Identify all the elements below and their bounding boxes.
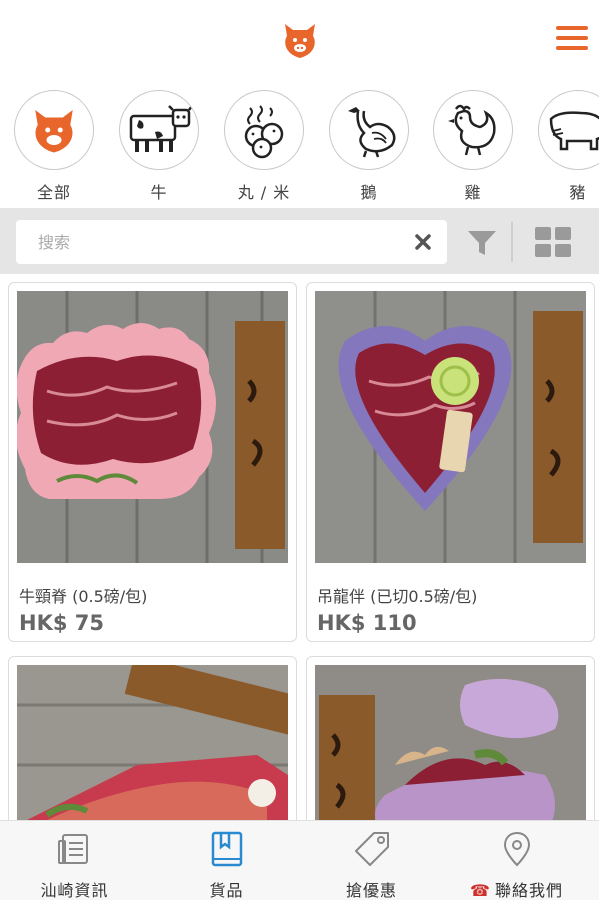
tag-icon xyxy=(354,832,389,866)
category-goose[interactable]: 鵝 xyxy=(327,90,411,202)
product-price: HK$ 75 xyxy=(19,611,104,635)
nav-label: 聯絡我們 xyxy=(494,881,563,900)
product-image xyxy=(17,291,288,563)
news-icon xyxy=(57,834,88,864)
category-label: 鵝 xyxy=(360,183,378,202)
nav-item-contact[interactable]: ☎ 聯絡我們 xyxy=(442,821,591,900)
cow-icon xyxy=(129,105,193,152)
hamburger-menu-icon[interactable] xyxy=(556,26,588,54)
product-card[interactable] xyxy=(306,656,595,820)
category-label: 全部 xyxy=(36,183,71,202)
pig-icon xyxy=(549,111,599,151)
goose-icon xyxy=(348,107,396,158)
nav-label: 汕崎資訊 xyxy=(40,881,109,900)
book-icon xyxy=(211,831,242,867)
category-chicken[interactable]: 雞 xyxy=(431,90,515,202)
category-label: 丸 / 米 xyxy=(237,183,291,202)
product-card[interactable]: 牛頸脊 (0.5磅/包) HK$ 75 xyxy=(8,282,297,642)
category-pork[interactable]: 豬 xyxy=(536,90,599,202)
product-name: 吊龍伴 (已切0.5磅/包) xyxy=(317,587,478,606)
category-all[interactable]: 全部 xyxy=(12,90,96,202)
phone-icon: ☎ xyxy=(470,881,491,900)
grid-view-icon[interactable] xyxy=(534,226,572,258)
category-label: 雞 xyxy=(464,183,482,202)
nav-label: 貨品 xyxy=(209,881,244,900)
nav-item-products[interactable]: 貨品 xyxy=(152,821,301,900)
product-card[interactable] xyxy=(8,656,297,820)
chicken-icon xyxy=(448,104,496,156)
pig-face-icon xyxy=(35,110,73,153)
nav-item-deals[interactable]: 搶優惠 xyxy=(297,821,446,900)
product-image xyxy=(315,291,586,563)
product-image xyxy=(315,665,586,820)
search-input[interactable] xyxy=(16,220,396,264)
nav-label: 搶優惠 xyxy=(345,881,397,900)
nav-item-news[interactable]: 汕崎資訊 xyxy=(0,821,149,900)
category-label: 牛 xyxy=(150,183,168,202)
search-bar xyxy=(0,208,599,274)
product-card[interactable]: 吊龍伴 (已切0.5磅/包) HK$ 110 xyxy=(306,282,595,642)
fish-balls-icon xyxy=(244,105,284,159)
product-grid: 牛頸脊 (0.5磅/包) HK$ 75 吊龍伴 (已切0.5磅/包) HK$ 1… xyxy=(0,274,599,820)
header xyxy=(0,0,599,82)
product-image xyxy=(17,665,288,820)
search-box xyxy=(16,220,447,264)
category-label: 豬 xyxy=(569,183,587,202)
pig-face-logo-icon[interactable] xyxy=(281,20,319,60)
category-balls-rice[interactable]: 丸 / 米 xyxy=(222,90,306,202)
product-name: 牛頸脊 (0.5磅/包) xyxy=(19,587,148,606)
bottom-nav: 汕崎資訊 貨品 搶優惠 ☎ 聯絡我們 xyxy=(0,820,599,900)
category-beef[interactable]: 牛 xyxy=(117,90,201,202)
filter-icon[interactable] xyxy=(466,228,498,258)
clear-icon[interactable] xyxy=(413,232,433,252)
location-pin-icon xyxy=(503,831,530,867)
divider xyxy=(511,222,513,262)
nav-label-row: ☎ 聯絡我們 xyxy=(442,877,591,900)
category-bar: 全部 牛 丸 / 米 鵝 雞 豬 xyxy=(0,90,599,208)
product-price: HK$ 110 xyxy=(317,611,417,635)
